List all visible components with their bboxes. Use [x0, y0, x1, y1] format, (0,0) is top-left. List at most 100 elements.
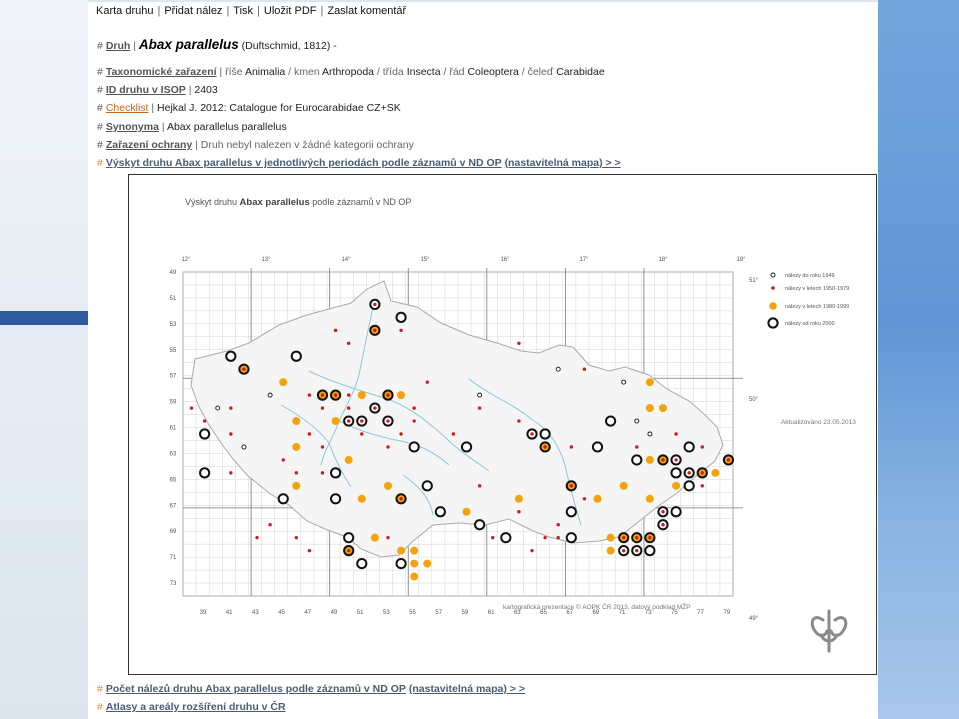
- species-page: Karta druhu | Přidat nález | Tisk | Uložit PDF…: [88, 0, 878, 719]
- row-label: 57: [170, 374, 177, 380]
- marker-1950-1979: [425, 380, 429, 384]
- marker-post2000: [604, 415, 617, 427]
- marker-post2000: [474, 519, 486, 531]
- isop-value: 2403: [194, 84, 218, 96]
- col-label: 53: [383, 610, 390, 616]
- marker-1950-1979: [294, 471, 299, 475]
- checklist-link[interactable]: Checklist: [106, 102, 149, 114]
- marker-1950-1979: [661, 523, 665, 527]
- marker-1950-1979: [346, 406, 351, 410]
- marker-post2000: [395, 311, 407, 323]
- col-label: 77: [697, 610, 704, 616]
- marker-1950-1979: [674, 458, 678, 462]
- count-map-link[interactable]: (nastavitelná mapa) > >: [409, 683, 525, 695]
- lon-label: 13°: [261, 257, 271, 263]
- isop-link[interactable]: ID druhu v ISOP: [106, 84, 186, 96]
- marker-pre1949: [647, 431, 653, 437]
- marker-1950-1979: [726, 458, 731, 462]
- rank-label: říše: [225, 66, 243, 78]
- lat-label: 50°: [749, 397, 759, 403]
- count-link[interactable]: Počet nálezů druhu Abax parallelus podle…: [106, 683, 406, 695]
- col-label: 61: [488, 610, 495, 616]
- marker-1950-1979: [320, 445, 325, 449]
- row-label: 71: [170, 555, 177, 561]
- marker-post2000: [670, 506, 682, 518]
- marker-1950-1979: [399, 432, 403, 436]
- col-label: 39: [200, 610, 207, 616]
- distribution-map: Výskyt druhu Abax parallelus podle zázna…: [128, 174, 877, 675]
- marker-1950-1979: [517, 419, 521, 423]
- map-updated: Aktualizováno 23.05.2013: [781, 419, 856, 426]
- legend-symbol-1980-1999: [769, 302, 777, 310]
- marker-1950-1979: [373, 328, 377, 333]
- synonyma-link[interactable]: Synonyma: [106, 121, 159, 133]
- separator: |: [226, 5, 230, 17]
- toolbar-karta-druhu[interactable]: Karta druhu: [96, 5, 153, 17]
- rank-value: Animalia: [244, 66, 286, 78]
- marker-1980-1999: [397, 391, 406, 400]
- marker-1950-1979: [661, 458, 665, 462]
- marker-1950-1979: [373, 302, 377, 307]
- toolbar-ulozit-pdf[interactable]: Uložit PDF: [264, 5, 317, 17]
- decorative-bar: [0, 311, 88, 325]
- marker-1950-1979: [294, 535, 299, 540]
- toolbar-pridat-nalez[interactable]: Přidat nález: [164, 5, 222, 17]
- marker-1980-1999: [292, 442, 301, 451]
- marker-post2000: [670, 467, 682, 479]
- marker-pre1949: [555, 366, 561, 372]
- marker-post2000: [683, 441, 695, 453]
- marker-1950-1979: [661, 510, 665, 514]
- marker-post2000: [434, 506, 446, 518]
- lon-label: 18°: [658, 257, 668, 263]
- occurrence-map-link[interactable]: (nastavitelná mapa) > >: [505, 157, 621, 169]
- taxonomy-link[interactable]: Taxonomické zařazení: [106, 66, 217, 78]
- col-label: 79: [723, 610, 730, 616]
- rank-value: Carabidae: [556, 66, 605, 78]
- marker-1950-1979: [543, 535, 547, 540]
- marker-1950-1979: [648, 535, 652, 540]
- marker-1950-1979: [346, 419, 351, 423]
- row-checklist: # Checklist | Hejkal J. 2012: Catalogue f…: [97, 102, 401, 114]
- marker-post2000: [565, 532, 577, 544]
- species-author: (Duftschmid, 1812): [241, 40, 331, 52]
- atlas-link[interactable]: Atlasy a areály rozšíření druhu v ČR: [106, 701, 286, 713]
- marker-post2000: [343, 532, 355, 544]
- marker-1980-1999: [606, 546, 615, 555]
- rank-value: Coleoptera: [467, 66, 519, 78]
- toolbar-tisk[interactable]: Tisk: [233, 5, 253, 17]
- row-druh: # Druh | Abax parallelus (Duftschmid, 181…: [97, 37, 337, 52]
- marker-1950-1979: [700, 484, 704, 488]
- marker-1950-1979: [635, 548, 639, 553]
- marker-1950-1979: [333, 328, 338, 333]
- occurrence-link[interactable]: Výskyt druhu Abax parallelus v jednotliv…: [106, 157, 502, 169]
- marker-1950-1979: [700, 445, 704, 449]
- row-label: 55: [170, 348, 177, 354]
- marker-1950-1979: [687, 471, 691, 475]
- protection-link[interactable]: Zařazení ochrany: [106, 139, 192, 151]
- row-protection: # Zařazení ochrany | Druh nebyl nalezen v…: [97, 139, 414, 151]
- druh-link[interactable]: Druh: [106, 40, 131, 52]
- marker-1950-1979: [412, 406, 416, 410]
- marker-1950-1979: [229, 432, 233, 436]
- marker-post2000: [277, 493, 289, 505]
- marker-1980-1999: [462, 507, 471, 516]
- marker-1980-1999: [370, 533, 379, 542]
- rank-label: řád: [449, 66, 465, 78]
- toolbar-zaslat-komentar[interactable]: Zaslat komentář: [327, 5, 406, 17]
- marker-1980-1999: [344, 455, 353, 464]
- marker-1950-1979: [346, 548, 351, 553]
- marker-1980-1999: [593, 494, 602, 503]
- country-outline: [190, 280, 724, 558]
- col-label: 59: [462, 610, 469, 616]
- legend-symbol-1950-1979: [771, 286, 775, 290]
- marker-1950-1979: [242, 367, 246, 371]
- marker-1950-1979: [346, 393, 351, 397]
- row-label: 49: [170, 270, 177, 276]
- marker-pre1949: [267, 392, 273, 398]
- separator: |: [257, 5, 260, 17]
- col-label: 57: [435, 610, 442, 616]
- marker-post2000: [199, 467, 211, 479]
- marker-pre1949: [621, 379, 627, 385]
- marker-1980-1999: [357, 391, 366, 400]
- marker-1950-1979: [229, 406, 233, 410]
